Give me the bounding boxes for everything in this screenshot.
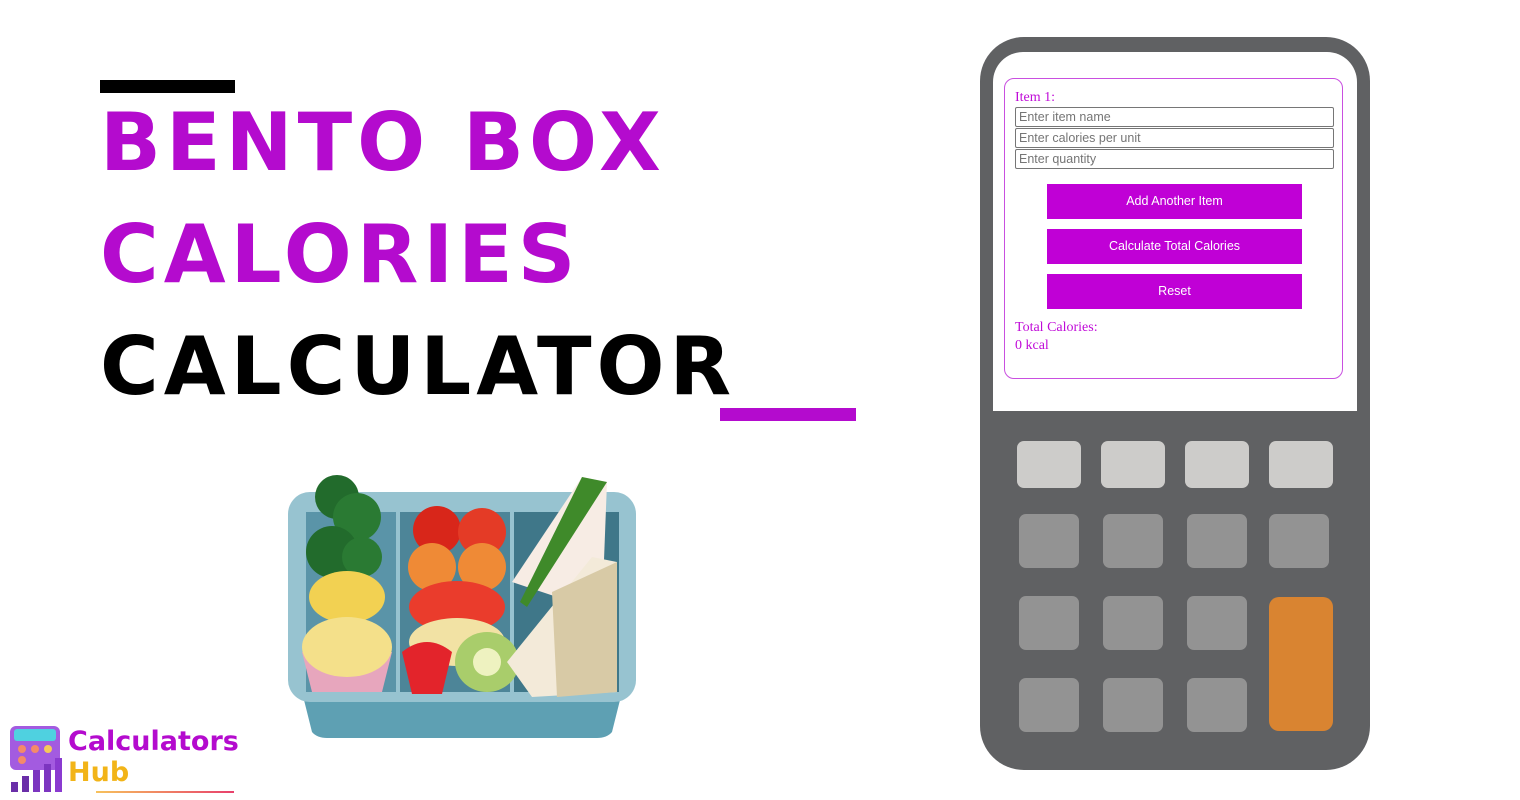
keypad-key <box>1103 514 1163 568</box>
bento-box-icon <box>288 475 636 738</box>
add-another-item-button[interactable]: Add Another Item <box>1047 184 1302 219</box>
keypad-key <box>1187 596 1247 650</box>
keypad-key <box>1019 596 1079 650</box>
keypad-key <box>1019 678 1079 732</box>
calories-per-unit-input[interactable] <box>1015 128 1334 148</box>
keypad-key <box>1187 514 1247 568</box>
title-line-2: CALORIES <box>100 208 581 301</box>
keypad-key <box>1017 441 1081 488</box>
title-underline-bar <box>720 408 856 421</box>
keypad-key <box>1101 441 1165 488</box>
keypad-key <box>1103 596 1163 650</box>
item-1-label: Item 1: <box>1015 90 1056 105</box>
keypad-key <box>1269 441 1333 488</box>
keypad-key <box>1019 514 1079 568</box>
reset-button[interactable]: Reset <box>1047 274 1302 309</box>
keypad-key <box>1103 678 1163 732</box>
title-line-3: CALCULATOR <box>100 320 737 413</box>
title-decoration-bar <box>100 80 235 93</box>
keypad-key <box>1269 514 1329 568</box>
total-calories-label: Total Calories: <box>1015 320 1098 335</box>
logo-underline <box>96 791 234 793</box>
calculate-total-calories-button[interactable]: Calculate Total Calories <box>1047 229 1302 264</box>
title-line-1: BENTO BOX <box>100 96 666 189</box>
logo-word-hub: Hub <box>68 757 130 788</box>
equals-key <box>1269 597 1333 731</box>
calculators-hub-logo-icon <box>10 726 62 792</box>
logo-word-calculators: Calculators <box>68 726 239 757</box>
keypad-key <box>1187 678 1247 732</box>
total-calories-value: 0 kcal <box>1015 338 1049 353</box>
keypad-key <box>1185 441 1249 488</box>
quantity-input[interactable] <box>1015 149 1334 169</box>
item-name-input[interactable] <box>1015 107 1334 127</box>
bento-box-illustration <box>288 475 636 738</box>
